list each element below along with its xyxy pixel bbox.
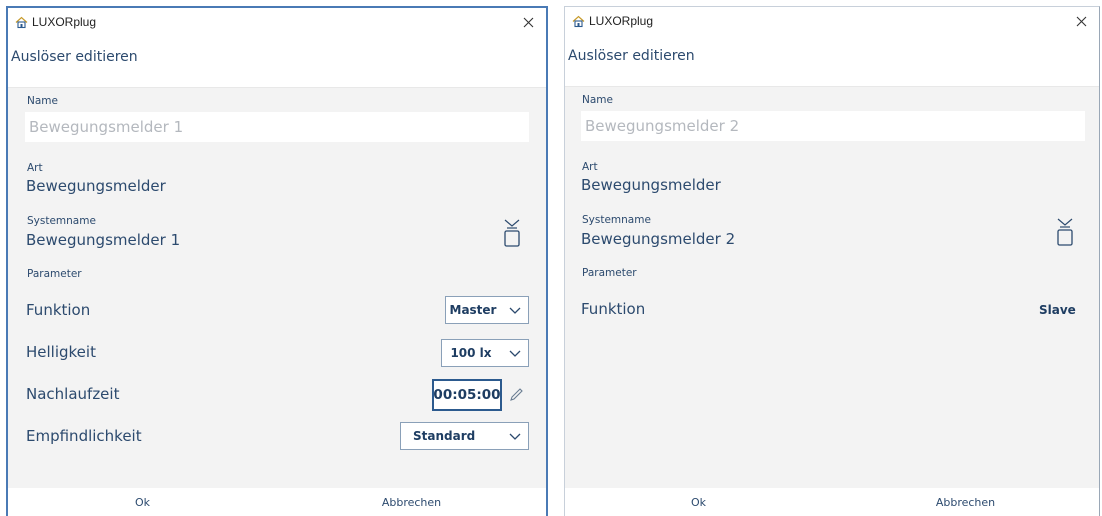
app-title: LUXORplug [589,14,654,28]
nachlaufzeit-value: 00:05:00 [433,387,501,403]
close-icon [1076,16,1086,26]
ok-button[interactable]: Ok [565,488,832,516]
cancel-button[interactable]: Abbrechen [832,488,1099,516]
art-label: Art [27,162,43,174]
empfindlichkeit-value: Standard [413,429,476,443]
systemname-label: Systemname [582,214,651,226]
funktion-label: Funktion [26,301,91,319]
systemname-label: Systemname [27,215,96,227]
dialog-body: Name Art Bewegungsmelder Systemname Bewe… [565,87,1099,488]
name-label: Name [582,94,613,106]
dialog-heading: Auslöser editieren [8,36,546,88]
empfindlichkeit-label: Empfindlichkeit [26,427,142,445]
dialog-window-2: LUXORplug Auslöser editieren Name Art Be… [564,6,1100,516]
dialog-body: Name Art Bewegungsmelder Systemname Bewe… [8,88,546,488]
chevron-down-icon [509,350,521,357]
nachlaufzeit-field[interactable]: 00:05:00 [432,379,502,411]
chevron-down-icon [509,307,521,314]
name-input[interactable] [25,112,529,142]
art-value: Bewegungsmelder [581,176,721,194]
parameter-label: Parameter [27,268,82,280]
title-bar: LUXORplug [565,7,1099,35]
dialog-footer: Ok Abbrechen [8,488,546,516]
helligkeit-value: 100 lx [450,346,492,360]
dialog-heading: Auslöser editieren [565,35,1099,87]
name-label: Name [27,95,58,107]
close-icon [523,17,533,27]
remote-signal-icon[interactable] [502,216,522,248]
helligkeit-dropdown[interactable]: 100 lx [441,339,529,367]
systemname-value: Bewegungsmelder 2 [581,230,736,248]
funktion-value: Master [449,303,497,317]
pencil-icon[interactable] [508,387,524,403]
dialog-footer: Ok Abbrechen [565,488,1099,516]
dialog-window-1: LUXORplug Auslöser editieren Name Art Be… [6,6,548,516]
home-icon [571,14,585,28]
name-input[interactable] [581,111,1085,141]
parameter-label: Parameter [582,267,637,279]
app-title: LUXORplug [32,15,97,29]
funktion-value: Slave [1039,303,1076,317]
dialog-title: Auslöser editieren [568,48,695,64]
home-icon [14,15,28,29]
empfindlichkeit-dropdown[interactable]: Standard [400,422,529,450]
ok-button[interactable]: Ok [8,488,277,516]
close-button[interactable] [1071,11,1091,31]
funktion-dropdown[interactable]: Master [445,296,529,324]
title-bar: LUXORplug [8,8,546,36]
nachlaufzeit-label: Nachlaufzeit [26,385,120,403]
art-value: Bewegungsmelder [26,177,166,195]
close-button[interactable] [518,12,538,32]
dialog-title: Auslöser editieren [11,49,138,65]
chevron-down-icon [509,433,521,440]
cancel-button[interactable]: Abbrechen [277,488,546,516]
funktion-label: Funktion [581,300,646,318]
remote-signal-icon[interactable] [1055,215,1075,247]
systemname-value: Bewegungsmelder 1 [26,231,181,249]
helligkeit-label: Helligkeit [26,343,96,361]
art-label: Art [582,161,598,173]
